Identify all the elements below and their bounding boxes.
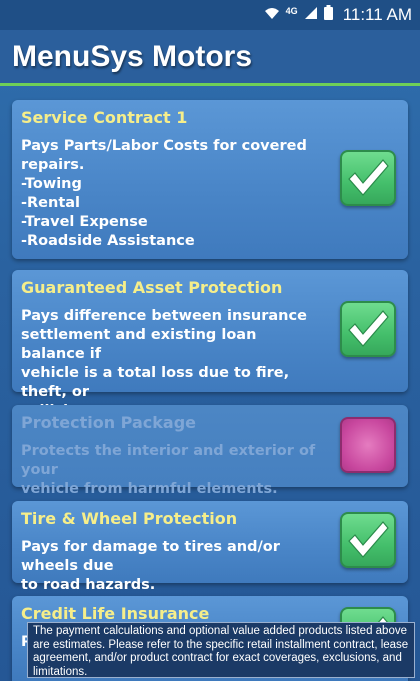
- status-bar: 4G 11:11 AM: [0, 0, 420, 30]
- app-header: MenuSys Motors: [0, 30, 420, 86]
- product-card-tire-wheel[interactable]: Tire & Wheel Protection Pays for damage …: [12, 501, 408, 593]
- product-card-service-contract[interactable]: Service Contract 1 Pays Parts/Labor Cost…: [12, 100, 408, 259]
- product-title: Guaranteed Asset Protection: [21, 278, 283, 297]
- disclaimer-banner: The payment calculations and optional va…: [27, 622, 415, 678]
- product-description: Pays Parts/Labor Costs for covered repai…: [21, 138, 307, 249]
- checkmark-icon: [348, 521, 389, 558]
- product-card-gap[interactable]: Guaranteed Asset Protection Pays differe…: [12, 270, 408, 419]
- page-title: MenuSys Motors: [12, 39, 253, 73]
- product-card-protection-package[interactable]: Protection Package Protects the interior…: [12, 405, 408, 497]
- product-select-checkbox[interactable]: [340, 150, 396, 206]
- checkmark-icon: [348, 159, 389, 196]
- status-time: 11:11 AM: [342, 5, 412, 24]
- network-4g-icon: 4G: [286, 6, 298, 24]
- signal-icon: [304, 6, 318, 25]
- checkmark-icon: [348, 310, 389, 347]
- battery-icon: [323, 5, 333, 25]
- product-description: Pays difference between insurance settle…: [21, 308, 307, 419]
- product-title: Credit Life Insurance: [21, 604, 210, 623]
- product-description: Pays for damage to tires and/or wheels d…: [21, 539, 280, 593]
- product-description: Protects the interior and exterior of yo…: [21, 443, 316, 497]
- network-label: 4G: [285, 6, 298, 16]
- product-title: Protection Package: [21, 413, 196, 432]
- product-select-checkbox[interactable]: [340, 301, 396, 357]
- product-select-checkbox[interactable]: [340, 512, 396, 568]
- product-title: Tire & Wheel Protection: [21, 509, 238, 528]
- wifi-icon: [264, 6, 280, 25]
- product-title: Service Contract 1: [21, 108, 188, 127]
- product-select-checkbox[interactable]: [340, 417, 396, 473]
